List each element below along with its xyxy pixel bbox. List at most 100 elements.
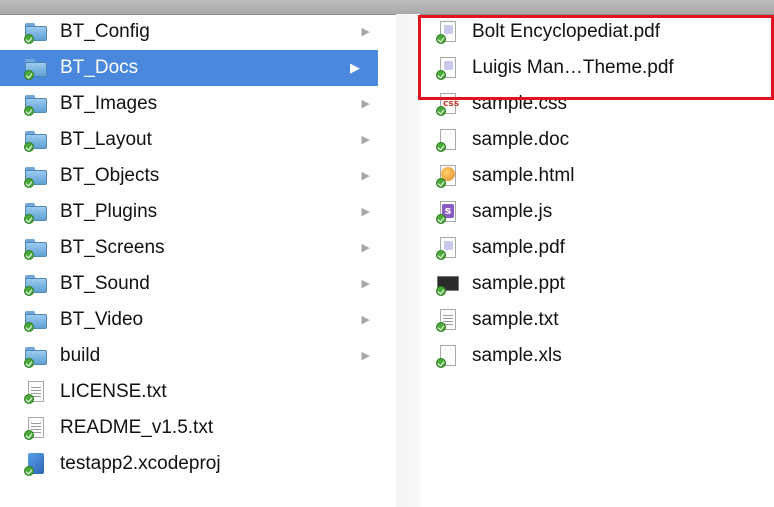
sync-check-icon <box>436 106 446 116</box>
disclosure-arrow-icon[interactable]: ▶ <box>362 14 370 50</box>
folder-item-bt-images[interactable]: BT_Images ▶ <box>10 86 388 122</box>
file-item-sample-js[interactable]: s sample.js <box>432 194 770 230</box>
item-label: sample.js <box>472 201 553 222</box>
item-label: BT_Config <box>60 21 150 42</box>
folder-item-testapp2-xcodeproj[interactable]: testapp2.xcodeproj <box>10 446 388 482</box>
sync-check-icon <box>436 142 446 152</box>
item-label: build <box>60 345 101 366</box>
folder-item-build[interactable]: build ▶ <box>10 338 388 374</box>
sync-check-icon <box>24 214 34 224</box>
item-label: sample.html <box>472 165 575 186</box>
file-item-sample-xls[interactable]: sample.xls <box>432 338 770 374</box>
pdf-file-icon <box>436 236 460 260</box>
file-item-sample-txt[interactable]: sample.txt <box>432 302 770 338</box>
folder-item-bt-layout[interactable]: BT_Layout ▶ <box>10 122 388 158</box>
folder-item-bt-video[interactable]: BT_Video ▶ <box>10 302 388 338</box>
ppt-file-icon <box>436 272 460 296</box>
window-titlebar-strip <box>0 0 774 15</box>
sync-check-icon <box>24 178 34 188</box>
disclosure-arrow-icon[interactable]: ▶ <box>362 158 370 194</box>
sync-check-icon <box>436 322 446 332</box>
folder-icon <box>24 200 48 224</box>
disclosure-arrow-icon[interactable]: ▶ <box>350 50 360 86</box>
folder-icon <box>24 308 48 332</box>
file-item-sample-css[interactable]: css sample.css <box>432 86 770 122</box>
sync-check-icon <box>436 286 446 296</box>
folder-icon <box>24 344 48 368</box>
folder-icon <box>24 20 48 44</box>
item-label: BT_Sound <box>60 273 150 294</box>
file-item-sample-html[interactable]: sample.html <box>432 158 770 194</box>
file-item-sample-doc[interactable]: sample.doc <box>432 122 770 158</box>
sync-check-icon <box>436 70 446 80</box>
disclosure-arrow-icon[interactable]: ▶ <box>362 86 370 122</box>
folder-icon <box>24 272 48 296</box>
folder-list: BT_Config ▶ BT_Docs ▶ BT_Images ▶ BT_Layout ▶ BT… <box>0 14 388 482</box>
disclosure-arrow-icon[interactable]: ▶ <box>362 122 370 158</box>
doc-file-icon <box>436 128 460 152</box>
item-label: sample.ppt <box>472 273 565 294</box>
sync-check-icon <box>436 34 446 44</box>
sync-check-icon <box>24 322 34 332</box>
disclosure-arrow-icon[interactable]: ▶ <box>362 338 370 374</box>
sync-check-icon <box>24 394 34 404</box>
item-label: BT_Video <box>60 309 144 330</box>
folder-item-readme-v1-5-txt[interactable]: README_v1.5.txt <box>10 410 388 446</box>
sync-check-icon <box>436 358 446 368</box>
item-label: BT_Objects <box>60 165 160 186</box>
pdf-file-icon <box>436 20 460 44</box>
item-label: BT_Docs <box>60 57 139 78</box>
item-label: README_v1.5.txt <box>60 417 214 438</box>
disclosure-arrow-icon[interactable]: ▶ <box>362 266 370 302</box>
text-file-icon <box>436 308 460 332</box>
item-label: sample.pdf <box>472 237 565 258</box>
sync-check-icon <box>24 466 34 476</box>
folder-icon <box>24 164 48 188</box>
pdf-file-icon <box>436 56 460 80</box>
text-file-icon <box>24 380 48 404</box>
css-file-icon: css <box>436 92 460 116</box>
sync-check-icon <box>436 250 446 260</box>
folder-item-bt-docs[interactable]: BT_Docs ▶ <box>0 50 378 86</box>
item-label: BT_Screens <box>60 237 165 258</box>
file-item-sample-ppt[interactable]: sample.ppt <box>432 266 770 302</box>
item-label: BT_Plugins <box>60 201 158 222</box>
item-label: LICENSE.txt <box>60 381 167 402</box>
disclosure-arrow-icon[interactable]: ▶ <box>362 302 370 338</box>
disclosure-arrow-icon[interactable]: ▶ <box>362 230 370 266</box>
folder-item-bt-screens[interactable]: BT_Screens ▶ <box>10 230 388 266</box>
disclosure-arrow-icon[interactable]: ▶ <box>362 194 370 230</box>
sync-check-icon <box>436 178 446 188</box>
item-label: Bolt Encyclopediat.pdf <box>472 21 661 42</box>
item-label: sample.txt <box>472 309 559 330</box>
text-file-icon <box>24 416 48 440</box>
item-label: sample.xls <box>472 345 562 366</box>
js-file-icon: s <box>436 200 460 224</box>
folder-item-bt-objects[interactable]: BT_Objects ▶ <box>10 158 388 194</box>
item-label: sample.css <box>472 93 568 114</box>
sync-check-icon <box>24 106 34 116</box>
folder-item-license-txt[interactable]: LICENSE.txt <box>10 374 388 410</box>
folder-item-bt-plugins[interactable]: BT_Plugins ▶ <box>10 194 388 230</box>
sync-check-icon <box>24 250 34 260</box>
sync-check-icon <box>24 142 34 152</box>
item-label: sample.doc <box>472 129 570 150</box>
sync-check-icon <box>24 286 34 296</box>
file-item-luigis-man-theme-pdf[interactable]: Luigis Man…Theme.pdf <box>432 50 770 86</box>
folder-icon <box>24 128 48 152</box>
folder-icon <box>24 56 48 80</box>
folder-icon <box>24 92 48 116</box>
item-label: BT_Images <box>60 93 158 114</box>
item-label: Luigis Man…Theme.pdf <box>472 57 674 78</box>
folder-item-bt-sound[interactable]: BT_Sound ▶ <box>10 266 388 302</box>
folder-icon <box>24 236 48 260</box>
xls-file-icon <box>436 344 460 368</box>
sync-check-icon <box>24 70 34 80</box>
file-item-bolt-encyclopediat-pdf[interactable]: Bolt Encyclopediat.pdf <box>432 14 770 50</box>
html-file-icon <box>436 164 460 188</box>
sync-check-icon <box>24 34 34 44</box>
folder-item-bt-config[interactable]: BT_Config ▶ <box>10 14 388 50</box>
sync-check-icon <box>24 358 34 368</box>
sync-check-icon <box>436 214 446 224</box>
file-item-sample-pdf[interactable]: sample.pdf <box>432 230 770 266</box>
